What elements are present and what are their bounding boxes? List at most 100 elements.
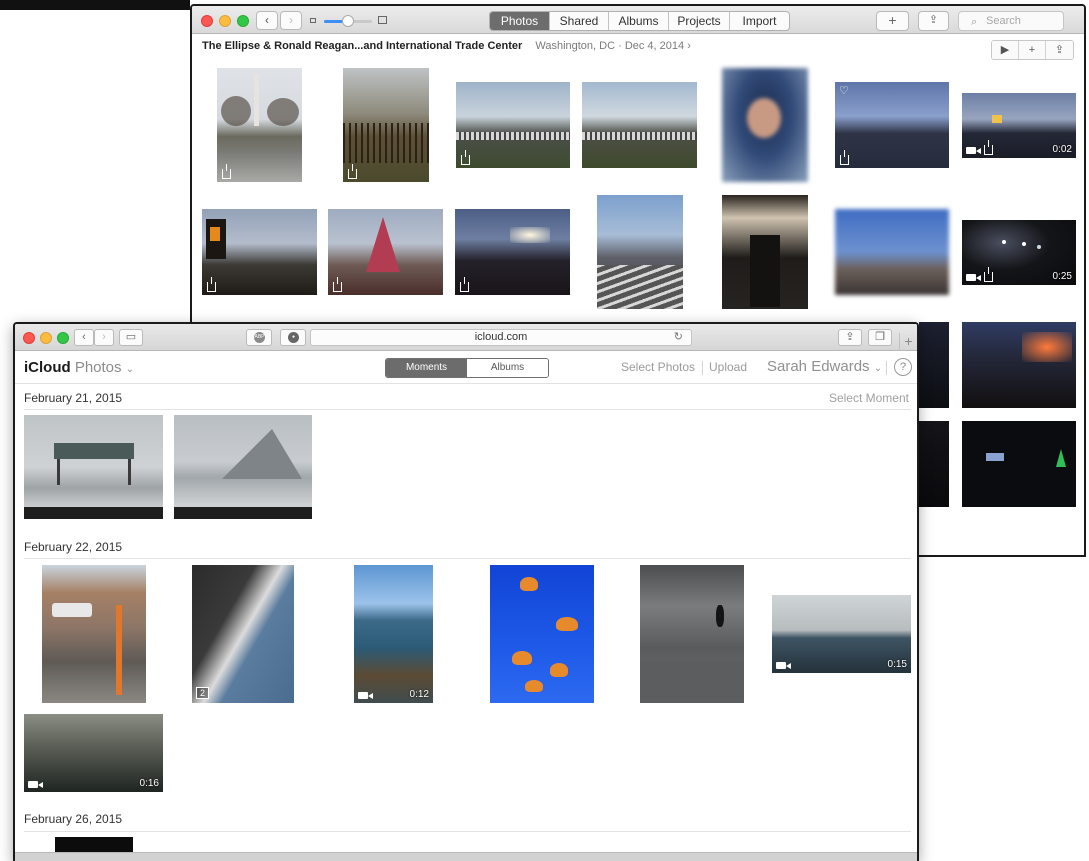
- photo-thumbnail[interactable]: [174, 415, 312, 519]
- extension-icon[interactable]: ●: [280, 329, 306, 346]
- video-icon: [966, 147, 981, 154]
- photo-thumbnail[interactable]: [343, 68, 429, 182]
- brand-icloud: iCloud: [24, 359, 71, 376]
- tab-albums[interactable]: Albums: [467, 359, 548, 377]
- address-bar[interactable]: icloud.com ↻: [310, 329, 692, 346]
- shared-icon: [984, 140, 993, 155]
- shared-icon: [461, 150, 470, 165]
- back-icon[interactable]: ‹: [256, 11, 278, 30]
- photos-toolbar: ‹ › Photos Shared Albums Projects Import…: [192, 6, 1084, 34]
- photo-thumbnail[interactable]: [962, 322, 1076, 408]
- tab-albums[interactable]: Albums: [609, 12, 669, 30]
- reload-icon[interactable]: ↻: [674, 330, 683, 345]
- photos-view-tabs: Photos Shared Albums Projects Import: [489, 11, 790, 31]
- photo-thumbnail[interactable]: [919, 421, 949, 507]
- photo-thumbnail[interactable]: [328, 209, 443, 295]
- forward-icon[interactable]: ›: [94, 329, 114, 346]
- photo-thumbnail[interactable]: [919, 322, 949, 408]
- photo-thumbnail[interactable]: [24, 415, 163, 519]
- video-thumbnail[interactable]: 0:25: [962, 220, 1076, 285]
- extension-icon[interactable]: ABP: [246, 329, 272, 346]
- photo-thumbnail[interactable]: [490, 565, 594, 703]
- video-duration: 0:15: [887, 659, 907, 670]
- select-moment-button[interactable]: Select Moment: [829, 391, 909, 405]
- divider: [886, 361, 887, 375]
- share-icon[interactable]: ⇪: [918, 11, 949, 31]
- chevron-down-icon: ⌄: [125, 364, 135, 375]
- video-icon: [28, 781, 43, 788]
- moment-title[interactable]: The Ellipse & Ronald Reagan...and Intern…: [202, 40, 522, 52]
- moment-subtitle[interactable]: Washington, DC · Dec 4, 2014 ›: [535, 40, 691, 52]
- photo-thumbnail[interactable]: [455, 209, 570, 295]
- play-icon[interactable]: ▶: [992, 41, 1019, 59]
- video-icon: [358, 692, 373, 699]
- search-icon: ⌕: [971, 16, 978, 28]
- shared-icon: [333, 277, 342, 292]
- photo-thumbnail[interactable]: [582, 82, 697, 168]
- minimize-window-button[interactable]: [219, 15, 231, 27]
- video-thumbnail[interactable]: 0:02: [962, 93, 1076, 158]
- photo-thumbnail[interactable]: [640, 565, 744, 703]
- video-thumbnail[interactable]: 0:15: [772, 595, 911, 673]
- video-thumbnail[interactable]: 0:16: [24, 714, 163, 792]
- select-photos-button[interactable]: Select Photos: [621, 360, 695, 374]
- brand-photos: Photos: [74, 359, 122, 376]
- shared-icon: [348, 164, 357, 179]
- sidebar-icon[interactable]: ▭: [119, 329, 143, 346]
- photo-thumbnail[interactable]: [217, 68, 302, 182]
- tab-shared[interactable]: Shared: [550, 12, 609, 30]
- moment-date: February 21, 2015: [24, 391, 123, 405]
- user-name: Sarah Edwards: [767, 358, 870, 375]
- moment-date: February 22, 2015: [24, 540, 123, 554]
- close-window-button[interactable]: [201, 15, 213, 27]
- photo-thumbnail[interactable]: [835, 209, 949, 295]
- moment-actions: ▶ + ⇪: [991, 40, 1074, 60]
- small-thumb-icon: [310, 18, 316, 23]
- tab-import[interactable]: Import: [730, 12, 789, 30]
- add-icon[interactable]: +: [1019, 41, 1046, 59]
- minimize-window-button[interactable]: [40, 332, 52, 344]
- app-title[interactable]: iCloud Photos ⌄: [24, 359, 134, 376]
- divider: [24, 409, 911, 410]
- user-menu[interactable]: Sarah Edwards ⌄: [767, 358, 882, 375]
- icloud-header: iCloud Photos ⌄ Moments Albums Select Ph…: [15, 351, 917, 384]
- photo-thumbnail[interactable]: [456, 82, 570, 168]
- upload-button[interactable]: Upload: [709, 360, 747, 374]
- video-thumbnail[interactable]: 0:12: [354, 565, 433, 703]
- close-window-button[interactable]: [23, 332, 35, 344]
- photo-thumbnail[interactable]: ♡: [835, 82, 949, 168]
- tab-moments[interactable]: Moments: [386, 359, 467, 377]
- share-icon[interactable]: ⇪: [838, 329, 862, 346]
- photo-thumbnail[interactable]: [597, 195, 683, 309]
- chevron-down-icon: ⌄: [873, 363, 883, 374]
- heart-icon[interactable]: ♡: [839, 84, 849, 97]
- help-icon[interactable]: ?: [894, 358, 912, 376]
- search-placeholder: Search: [986, 15, 1021, 27]
- tab-projects[interactable]: Projects: [669, 12, 730, 30]
- photo-thumbnail[interactable]: [722, 68, 808, 182]
- add-icon[interactable]: +: [876, 11, 909, 31]
- moment-date: February 26, 2015: [24, 812, 123, 826]
- share-icon[interactable]: ⇪: [1046, 41, 1073, 59]
- new-tab-icon[interactable]: +: [899, 333, 917, 351]
- back-icon[interactable]: ‹: [74, 329, 94, 346]
- divider: [702, 361, 703, 375]
- video-icon: [966, 274, 981, 281]
- stack-count-badge: 2: [196, 687, 210, 699]
- fullscreen-window-button[interactable]: [57, 332, 69, 344]
- tab-photos[interactable]: Photos: [490, 12, 550, 30]
- search-input[interactable]: ⌕ Search: [958, 11, 1064, 31]
- fullscreen-window-button[interactable]: [237, 15, 249, 27]
- tabs-overview-icon[interactable]: ❐: [868, 329, 892, 346]
- forward-icon[interactable]: ›: [280, 11, 302, 30]
- photo-thumbnail[interactable]: [202, 209, 317, 295]
- photo-thumbnail[interactable]: [42, 565, 146, 703]
- photo-thumbnail[interactable]: [962, 421, 1076, 507]
- video-duration: 0:12: [409, 689, 429, 700]
- photo-thumbnail[interactable]: 2: [192, 565, 294, 703]
- photo-thumbnail[interactable]: [722, 195, 808, 309]
- zoom-slider-knob[interactable]: [342, 15, 354, 27]
- video-duration: 0:25: [1052, 271, 1072, 282]
- status-bar: [15, 852, 917, 861]
- divider: [24, 831, 911, 832]
